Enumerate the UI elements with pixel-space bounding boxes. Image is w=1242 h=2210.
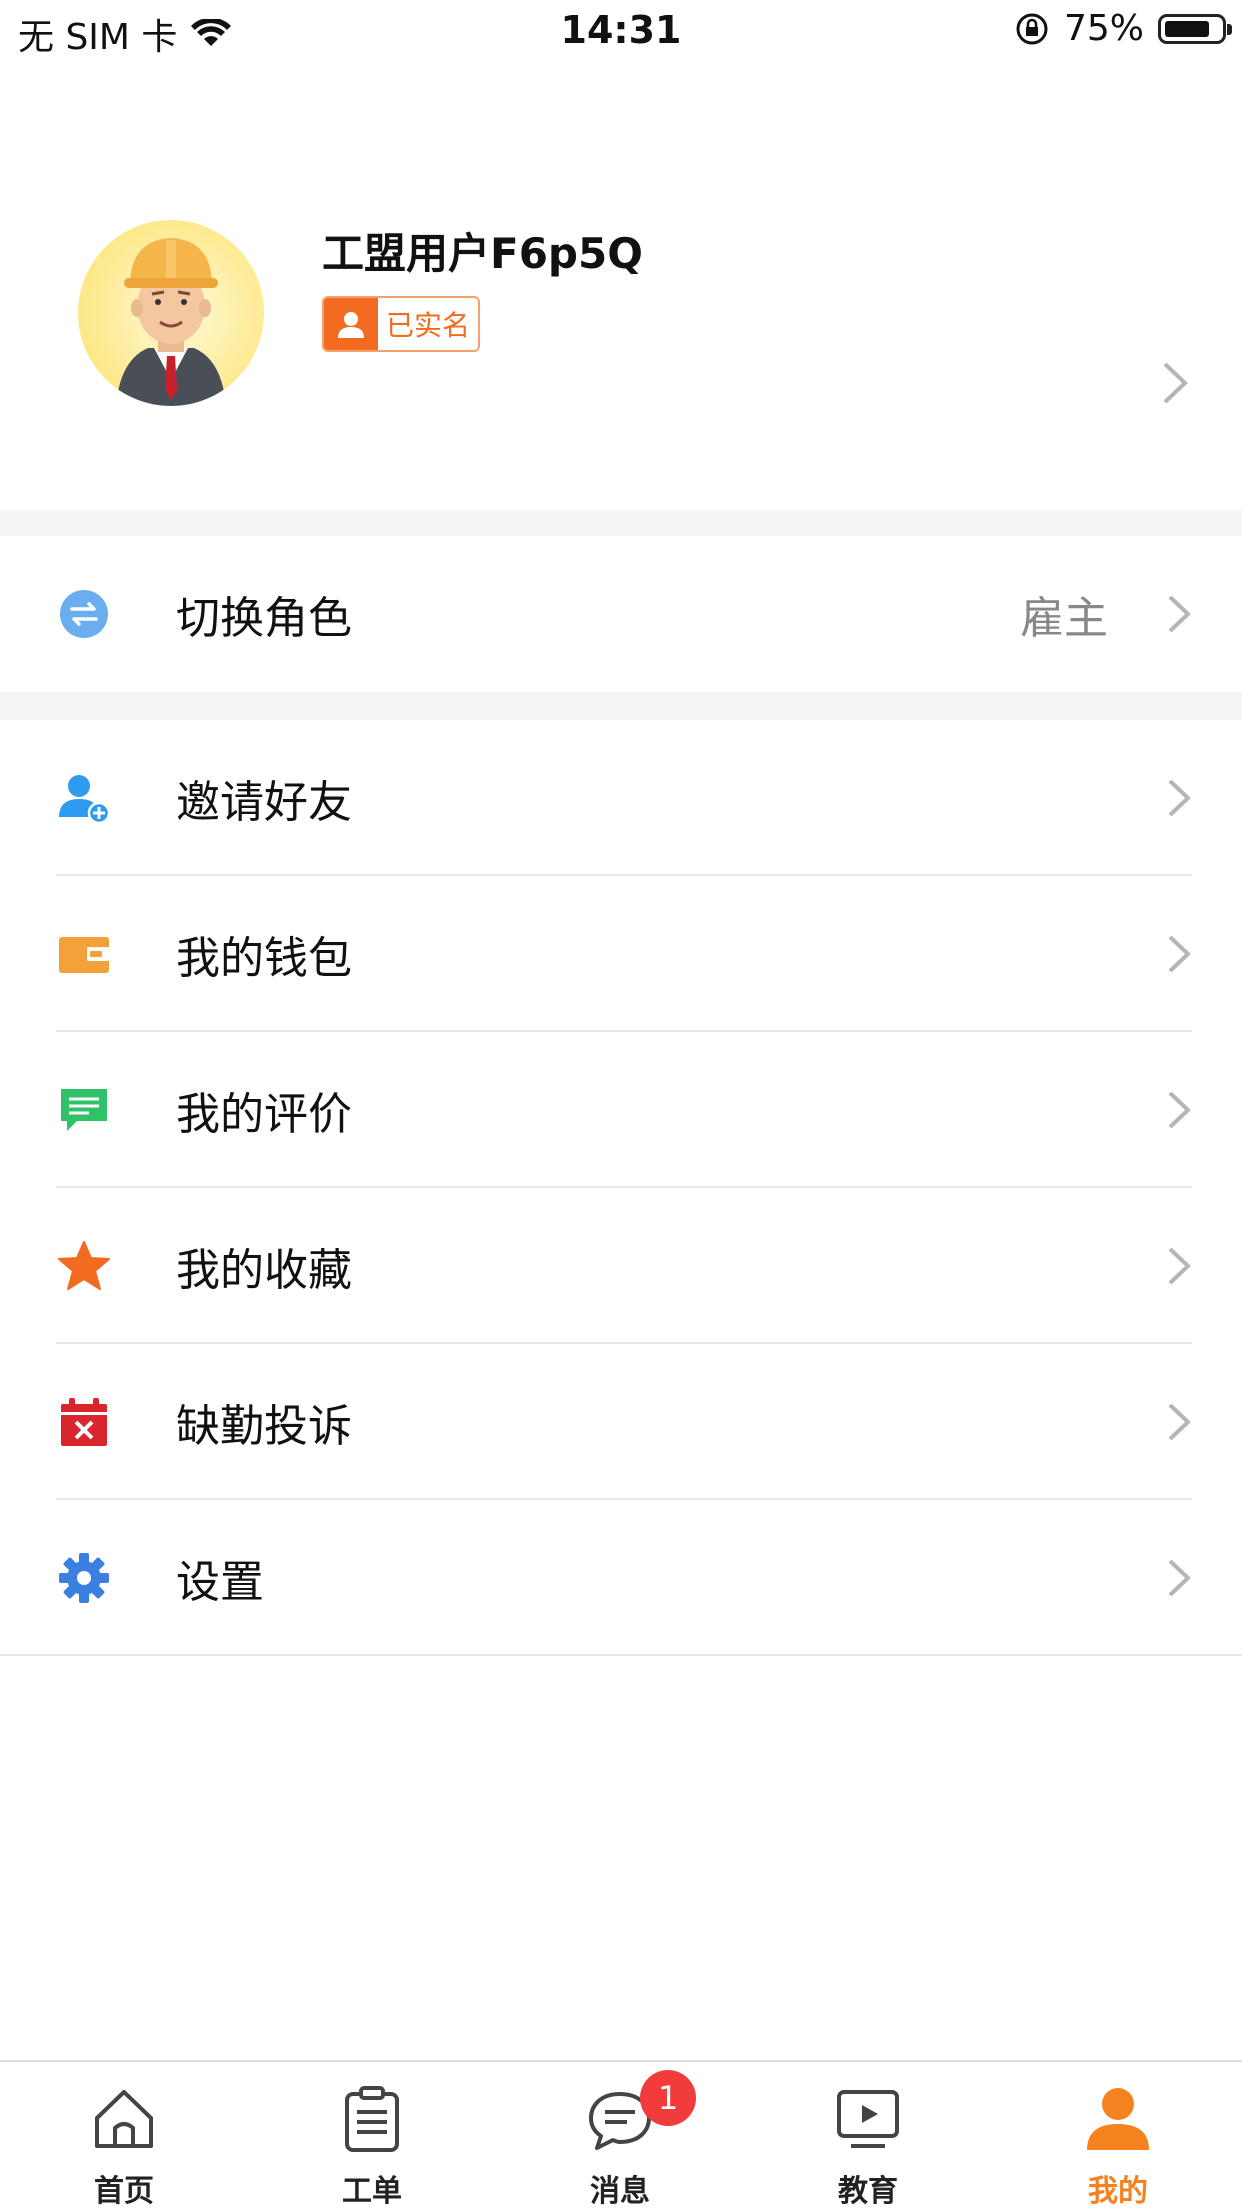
chevron-right-icon xyxy=(1168,595,1191,633)
comment-icon xyxy=(56,1082,112,1138)
verified-label: 已实名 xyxy=(378,298,479,350)
chevron-right-icon xyxy=(1168,779,1191,817)
tab-label: 教育 xyxy=(838,2174,898,2209)
home-icon xyxy=(95,2090,153,2148)
profile-header[interactable]: 工盟用户F6p5Q 已实名 xyxy=(0,60,1242,510)
clipboard-icon xyxy=(345,2086,399,2152)
user-name: 工盟用户F6p5Q xyxy=(322,229,643,278)
person-icon xyxy=(1087,2088,1149,2150)
tab-orders[interactable]: 工单 xyxy=(248,2062,496,2210)
chevron-right-icon xyxy=(1168,1091,1191,1129)
settings-row[interactable]: 设置 xyxy=(0,1500,1242,1656)
verified-badge: 已实名 xyxy=(322,296,481,352)
add-user-icon xyxy=(56,770,112,826)
absence-complaint-row[interactable]: 缺勤投诉 xyxy=(0,1344,1242,1500)
section-gap xyxy=(0,510,1242,536)
tab-messages[interactable]: 1 消息 xyxy=(496,2062,744,2210)
menu-label: 我的收藏 xyxy=(176,1245,352,1296)
section-gap xyxy=(0,692,1242,720)
menu-label: 我的评价 xyxy=(176,1089,352,1140)
chevron-right-icon xyxy=(1163,362,1188,404)
favorites-row[interactable]: 我的收藏 xyxy=(0,1188,1242,1344)
tab-label: 首页 xyxy=(94,2174,154,2209)
status-right: 75% xyxy=(1014,8,1232,49)
worker-avatar-icon xyxy=(116,238,226,406)
wallet-icon xyxy=(56,926,112,982)
reviews-row[interactable]: 我的评价 xyxy=(0,1032,1242,1188)
video-icon xyxy=(837,2090,899,2148)
battery-icon xyxy=(1158,13,1232,44)
chevron-right-icon xyxy=(1168,935,1191,973)
current-role-value: 雇主 xyxy=(1020,593,1108,644)
unread-badge: 1 xyxy=(640,2070,696,2126)
switch-role-row[interactable]: 切换角色 雇主 xyxy=(0,536,1242,692)
chevron-right-icon xyxy=(1168,1247,1191,1285)
menu-label: 邀请好友 xyxy=(176,777,352,828)
menu-label: 我的钱包 xyxy=(176,933,352,984)
status-bar: 无 SIM 卡 14:31 75% xyxy=(0,0,1242,60)
switch-icon xyxy=(56,586,112,642)
star-icon xyxy=(56,1238,112,1294)
tab-education[interactable]: 教育 xyxy=(744,2062,992,2210)
switch-role-label: 切换角色 xyxy=(176,593,352,644)
invite-friends-row[interactable]: 邀请好友 xyxy=(0,720,1242,876)
wallet-row[interactable]: 我的钱包 xyxy=(0,876,1242,1032)
gear-icon xyxy=(56,1550,112,1606)
chevron-right-icon xyxy=(1168,1559,1191,1597)
calendar-x-icon xyxy=(56,1394,112,1450)
menu-label: 缺勤投诉 xyxy=(176,1401,352,1452)
tab-home[interactable]: 首页 xyxy=(0,2062,248,2210)
tab-label: 工单 xyxy=(342,2174,402,2209)
divider xyxy=(0,1654,1242,1656)
menu-label: 设置 xyxy=(176,1557,264,1608)
tab-mine[interactable]: 我的 xyxy=(994,2062,1242,2210)
tab-label: 消息 xyxy=(590,2174,650,2209)
avatar[interactable] xyxy=(78,220,264,406)
tab-label: 我的 xyxy=(1088,2174,1148,2209)
rotation-lock-icon xyxy=(1016,13,1048,44)
person-icon xyxy=(324,298,378,350)
chevron-right-icon xyxy=(1168,1403,1191,1441)
tab-bar: 首页 工单 1 消息 教育 我的 xyxy=(0,2060,1242,2210)
battery-percent: 75% xyxy=(1063,8,1144,49)
